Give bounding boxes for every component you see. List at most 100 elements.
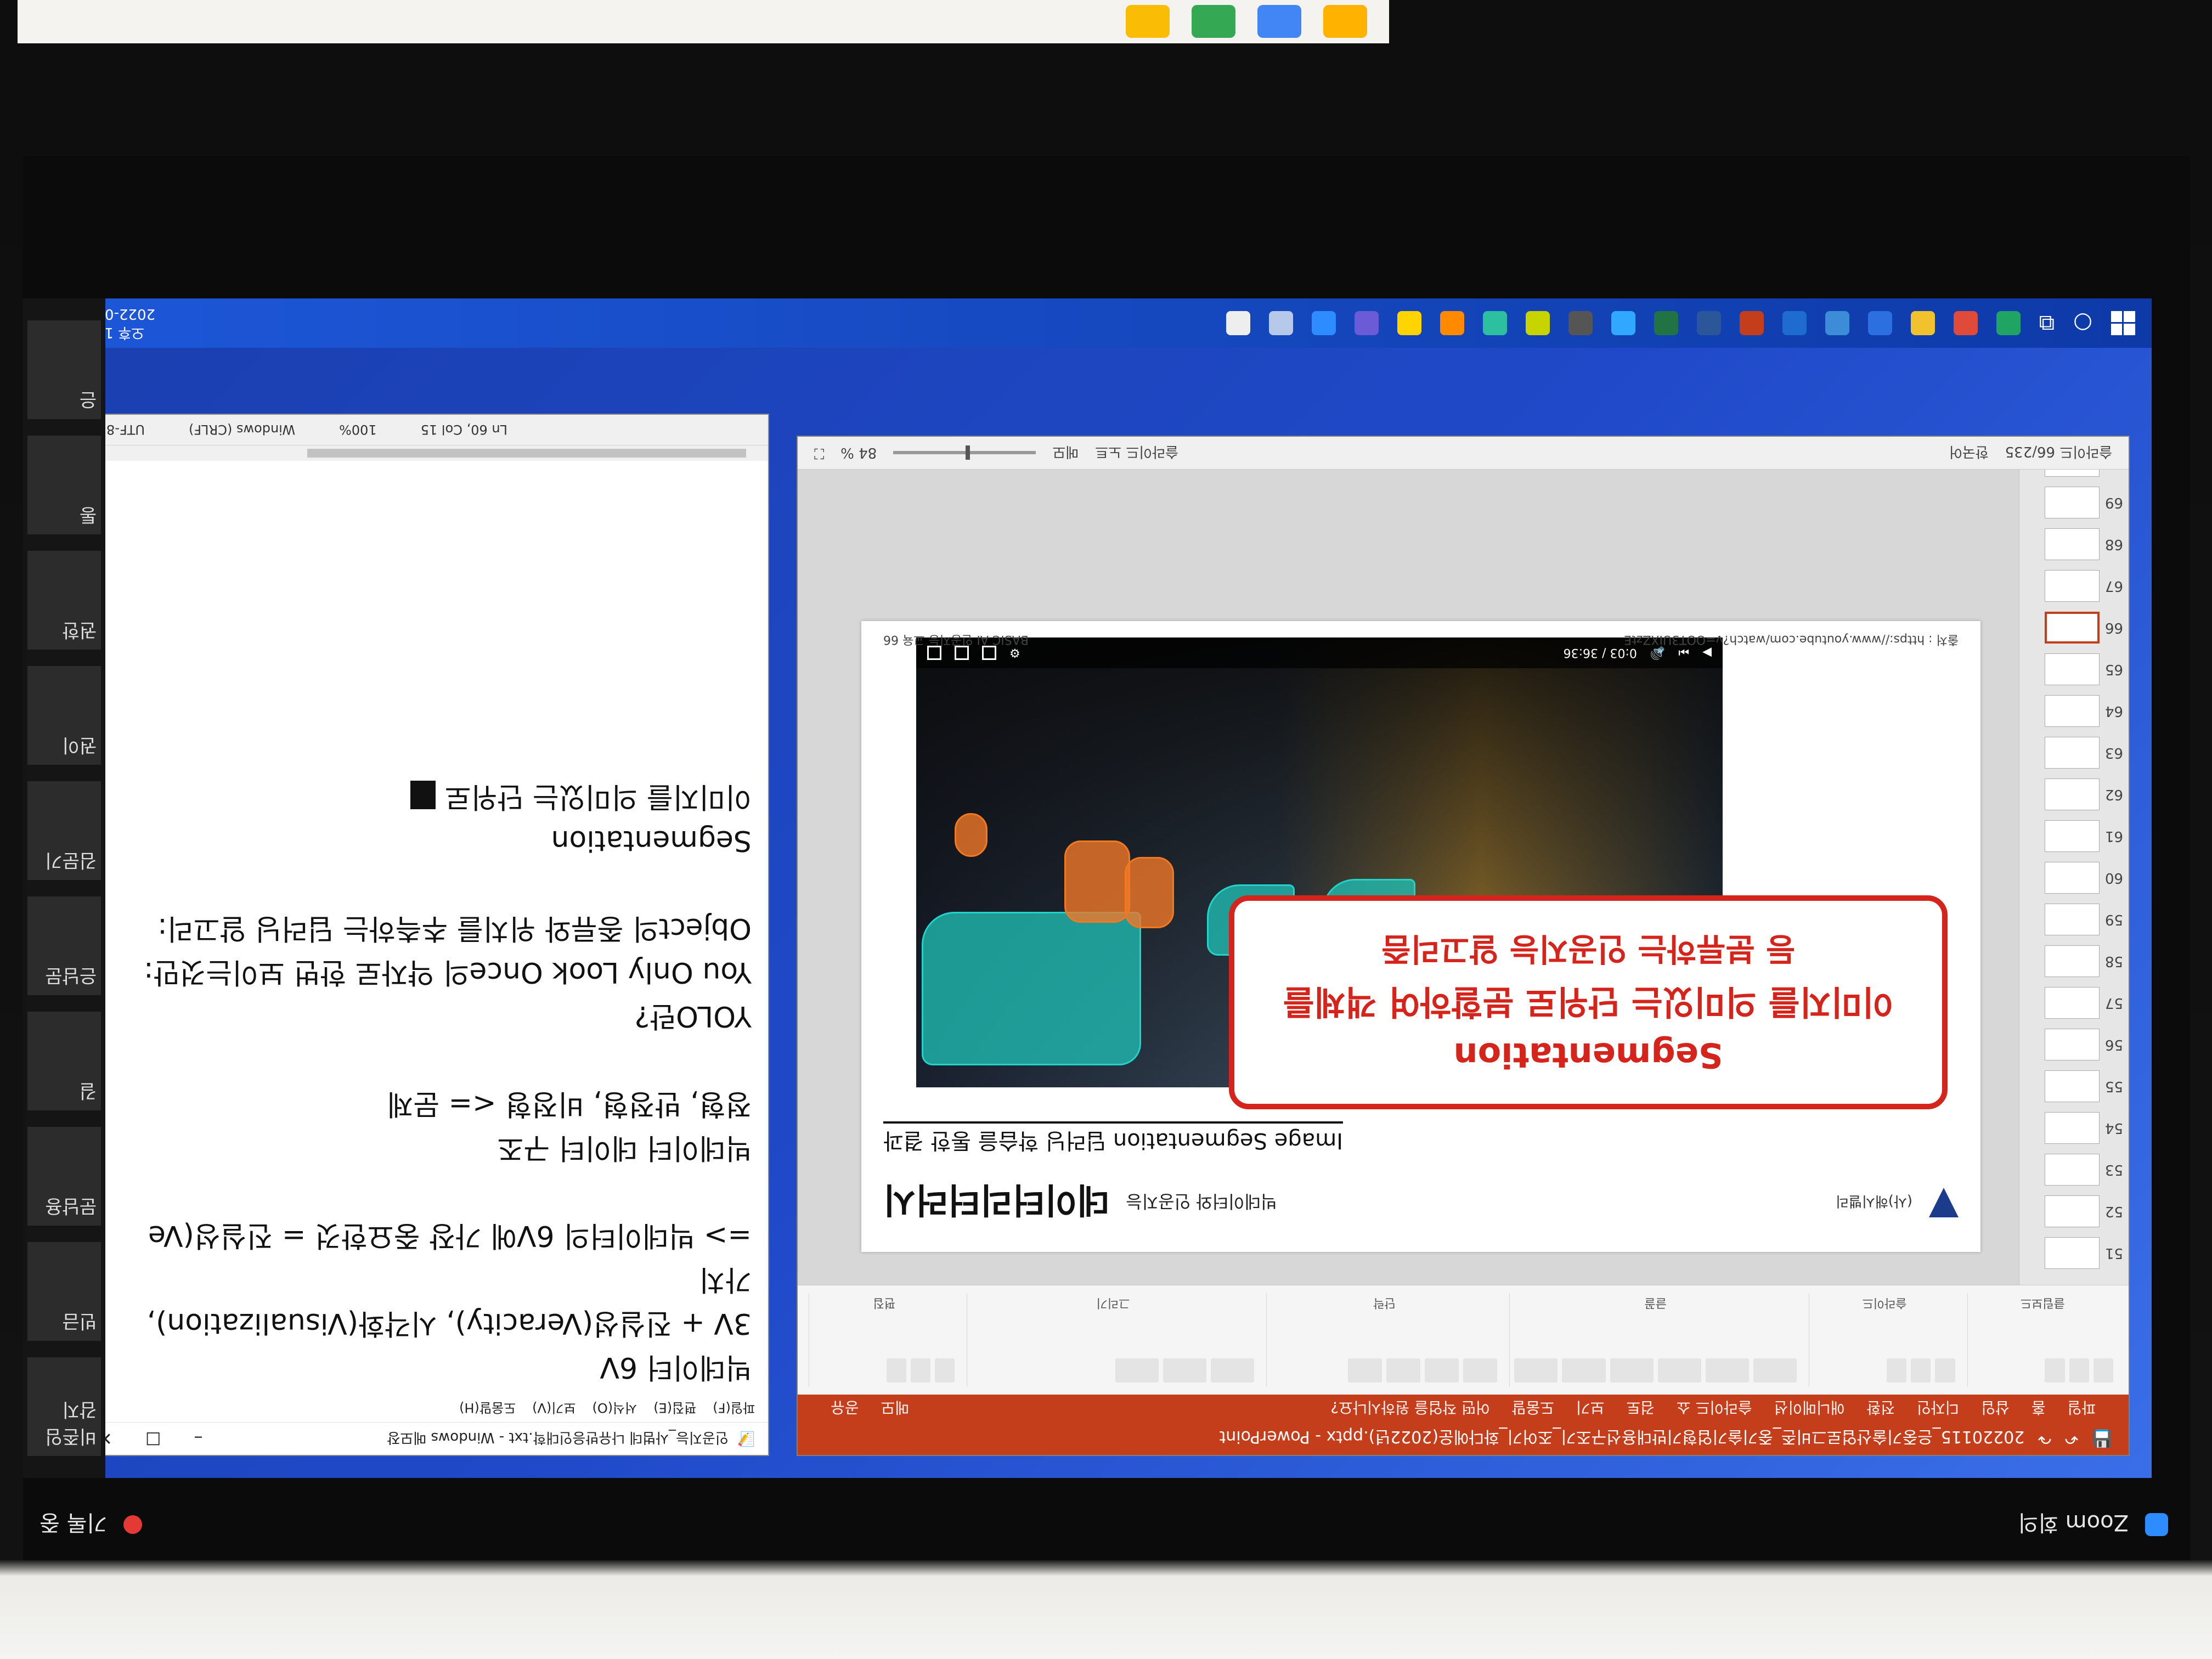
paste-button[interactable] [2093,1358,2113,1383]
participant-tile[interactable]: 은남문 [27,896,101,995]
windows-start-icon[interactable] [2111,311,2135,335]
section-button[interactable] [1886,1358,1907,1383]
font-name-select[interactable] [1753,1358,1797,1383]
font-color-button[interactable] [1514,1358,1558,1383]
zoom-icon[interactable] [1311,311,1336,335]
maximize-icon[interactable]: ☐ [145,1429,161,1449]
zoom-percentage[interactable]: 84 % [840,445,877,461]
align-center-button[interactable] [1348,1358,1383,1383]
select-button[interactable] [886,1358,906,1383]
redo-icon[interactable]: ↷ [2038,1429,2051,1448]
notes-button[interactable]: 슬라이드 노트 [1095,443,1178,463]
undo-icon[interactable]: ↶ [2065,1429,2079,1448]
underline-button[interactable] [1562,1358,1606,1383]
app-icon[interactable] [1867,311,1892,335]
menu-edit[interactable]: 편집(E) [653,1400,696,1419]
slide-thumbnail[interactable]: 52 [2025,1190,2123,1232]
participant-tile[interactable]: 빈금 [27,1242,101,1341]
align-left-button[interactable] [1386,1358,1421,1383]
task-view-icon[interactable]: ⧉ [2039,311,2055,336]
slide-thumbnail[interactable]: 59 [2025,899,2123,940]
slide-thumbnail[interactable]: 58 [2025,940,2123,982]
slide-thumbnail[interactable]: 62 [2025,774,2123,815]
quick-styles-button[interactable] [1115,1358,1159,1383]
app-icon[interactable] [1268,311,1293,335]
app-icon[interactable] [1440,311,1464,335]
participant-tile[interactable]: 김문기 [27,781,101,880]
participant-tile[interactable]: 문남용 [27,1127,101,1226]
current-slide[interactable]: (사)해시밸리 빅데이터와 인공지능 데이터리터러시 Image Segment… [861,621,1980,1252]
slide-thumbnail[interactable]: 67 [2025,565,2123,607]
italic-button[interactable] [1610,1358,1654,1383]
recording-label[interactable]: 기록 중 [40,1509,107,1541]
slide-thumbnail[interactable]: 63 [2025,732,2123,774]
file-explorer-icon[interactable] [1910,311,1935,335]
participant-tile[interactable]: 권한 [27,551,101,650]
save-icon[interactable]: 💾 [2092,1429,2112,1448]
participant-tile[interactable]: 비존임감지 [27,1357,101,1456]
tab-transitions[interactable]: 전환 [1866,1397,1895,1419]
chrome-icon[interactable] [1953,311,1978,335]
menu-view[interactable]: 보기(V) [532,1400,575,1419]
app-icon[interactable] [1354,311,1379,335]
shapes-gallery[interactable] [1211,1358,1255,1383]
slide-thumbnail[interactable]: 55 [2025,1065,2123,1107]
tab-design[interactable]: 디자인 [1917,1397,1959,1419]
participant-tile[interactable]: 은 [27,320,101,419]
slide-thumbnail[interactable]: 61 [2025,815,2123,857]
menu-file[interactable]: 파일(F) [713,1400,755,1419]
slide-thumbnail[interactable]: 54 [2025,1107,2123,1149]
horizontal-scrollbar[interactable] [100,445,768,461]
tab-help[interactable]: 도움말 [1512,1397,1554,1419]
new-slide-button[interactable] [1935,1358,1955,1383]
tab-insert[interactable]: 삽입 [1981,1397,2010,1419]
slide-thumbnail[interactable]: 56 [2025,1024,2123,1065]
replace-button[interactable] [910,1358,931,1383]
app-icon[interactable] [1397,311,1421,335]
menu-help[interactable]: 도움말(H) [459,1400,516,1419]
cut-button[interactable] [2069,1358,2089,1383]
app-icon[interactable] [1525,311,1550,335]
slide-thumbnail[interactable]: 65 [2025,648,2123,690]
edge-icon[interactable] [1996,311,2021,335]
copy-button[interactable] [2045,1358,2065,1383]
word-icon[interactable] [1696,311,1721,335]
participant-tile[interactable]: 길 [27,1012,101,1110]
slide-thumbnail[interactable]: 68 [2025,523,2123,565]
app-icon[interactable] [1482,311,1507,335]
fit-to-window-icon[interactable]: ⛶ [814,444,824,461]
participant-tile[interactable]: 권이 [27,666,101,765]
zoom-slider[interactable] [893,451,1036,455]
slide-thumbnail[interactable]: 57 [2025,982,2123,1024]
tab-review[interactable]: 검토 [1626,1397,1655,1419]
slide-thumbnail[interactable]: 66 [2025,607,2123,648]
tab-animations[interactable]: 애니메이션 [1774,1397,1845,1419]
excel-icon[interactable] [1654,311,1678,335]
bold-button[interactable] [1657,1358,1701,1383]
arrange-button[interactable] [1163,1358,1207,1383]
slide-thumbnail[interactable]: 60 [2025,857,2123,899]
notepad-text-area[interactable]: 빅데이터 6V 3V + 진실성(Veracity), 시각화(Visualiza… [112,464,752,1389]
app-icon[interactable] [1825,311,1849,335]
tab-home[interactable]: 홈 [2032,1397,2046,1419]
comments-button[interactable]: 메모 [1052,443,1079,463]
app-icon[interactable] [1226,311,1250,335]
layout-button[interactable] [1911,1358,1931,1383]
photoshop-icon[interactable] [1611,311,1635,335]
app-icon[interactable] [1568,311,1593,335]
language-indicator[interactable]: 한국어 [1949,443,1989,463]
tell-me-search[interactable]: 어떤 작업을 원하시나요? [1330,1397,1489,1419]
slide-thumbnail[interactable]: 69 [2025,482,2123,523]
tab-file[interactable]: 파일 [2067,1397,2096,1419]
powerpoint-icon[interactable] [1739,311,1764,335]
slide-thumbnail[interactable]: 64 [2025,690,2123,732]
slide-thumbnail[interactable]: 70 [2025,470,2123,482]
find-button[interactable] [935,1358,955,1383]
tab-view[interactable]: 보기 [1576,1397,1605,1419]
slide-thumbnail[interactable]: 53 [2025,1149,2123,1190]
tab-slideshow[interactable]: 슬라이드 쇼 [1677,1397,1752,1419]
numbering-button[interactable] [1425,1358,1459,1383]
bullets-button[interactable] [1463,1358,1498,1383]
minimize-icon[interactable]: – [194,1429,203,1449]
share-button[interactable]: 공유 [831,1397,859,1419]
